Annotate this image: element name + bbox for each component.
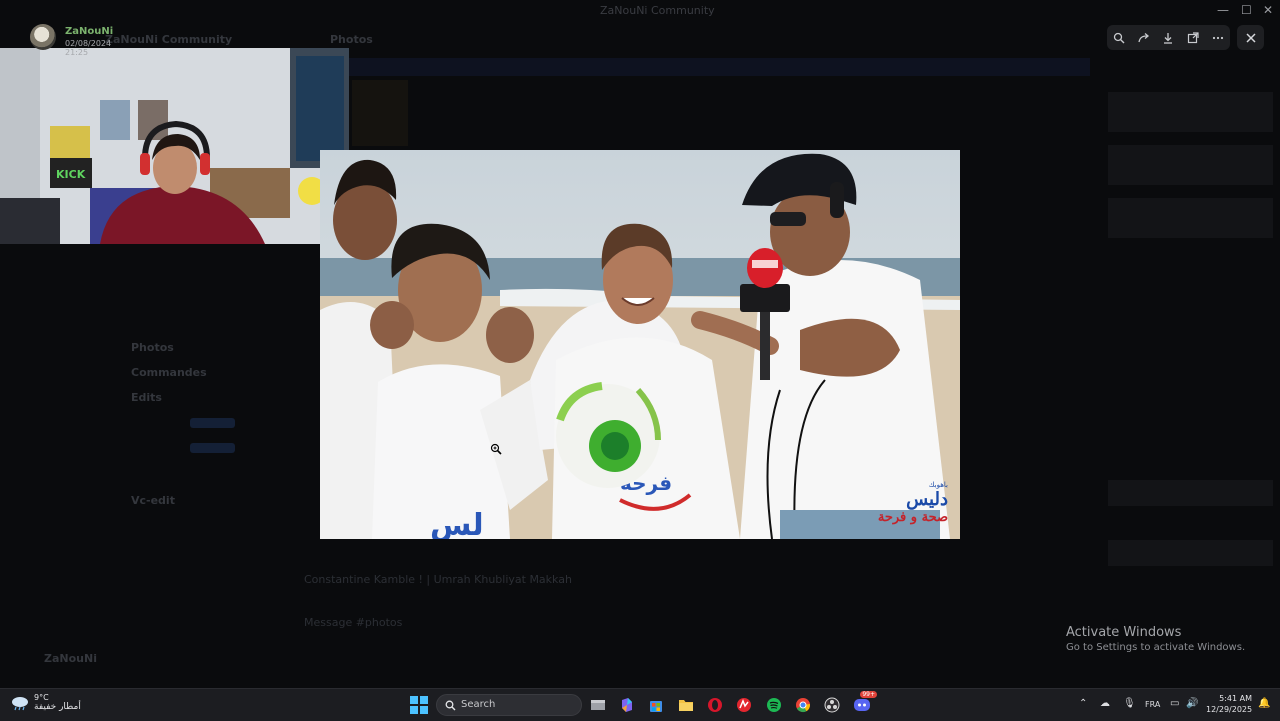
opera-icon[interactable] [705, 695, 725, 715]
activation-watermark: Activate Windows Go to Settings to activ… [1066, 625, 1245, 653]
message-input[interactable]: Message #photos [304, 616, 402, 629]
open-external-icon[interactable] [1184, 29, 1202, 47]
member-card [1108, 145, 1273, 185]
cloud-sync-icon[interactable]: ☁ [1100, 698, 1110, 709]
window-title: ZaNouNi Community [600, 4, 715, 17]
member-card [1108, 480, 1273, 506]
avatar[interactable] [30, 24, 56, 50]
activation-title: Activate Windows [1066, 625, 1182, 640]
weather-temp: 9°C [34, 693, 49, 702]
member-card [1108, 198, 1273, 238]
notice-bar [300, 58, 1090, 76]
logo-slogan-text: صحة و فرحة [877, 510, 948, 525]
window-title-bar: ZaNouNi Community — ☐ ✕ [0, 0, 1280, 22]
beach-interview-photo: لس فرحة [320, 150, 960, 539]
language-indicator[interactable]: FRA [1145, 700, 1160, 709]
category-commandes[interactable]: Commandes [131, 366, 207, 379]
viewer-toolbar [1107, 25, 1230, 50]
chevron-up-icon[interactable]: ⌃ [1079, 698, 1087, 709]
file-explorer-icon[interactable] [588, 695, 608, 715]
background-thumbnail [352, 80, 408, 146]
copilot-icon[interactable] [617, 695, 637, 715]
forward-icon[interactable] [1135, 29, 1153, 47]
server-name[interactable]: ZaNouNi Community [105, 33, 232, 46]
network-icon[interactable]: ▭ [1170, 698, 1179, 709]
zoom-cursor-icon [490, 443, 502, 455]
channel-tag [190, 443, 235, 453]
user-name: ZaNouNi [44, 652, 97, 665]
clock-date: 12/29/2025 [1206, 705, 1253, 714]
webcam-feed: KICK [0, 48, 349, 244]
clock-time: 5:41 AM [1219, 694, 1252, 703]
logo-small-text: باهوبك [928, 481, 948, 489]
close-icon[interactable] [1237, 25, 1264, 50]
chrome-icon[interactable] [793, 695, 813, 715]
zoom-icon[interactable] [1110, 29, 1128, 47]
window-close-icon[interactable]: ✕ [1263, 3, 1273, 17]
background-message: Constantine Kamble ! | Umrah Khubliyat M… [304, 573, 572, 586]
svg-text:KICK: KICK [56, 168, 86, 181]
maximize-icon[interactable]: ☐ [1241, 3, 1252, 17]
microphone-icon[interactable]: 🎙 [1123, 698, 1136, 709]
member-card [1108, 92, 1273, 132]
discord-badge: 99+ [860, 691, 877, 698]
cloud-rain-icon [12, 696, 28, 710]
streamer-date: 02/08/2024 21:25 [65, 39, 112, 57]
more-icon[interactable] [1209, 29, 1227, 47]
category-edits[interactable]: Edits [131, 391, 162, 404]
member-card [1108, 540, 1273, 566]
search-icon [445, 700, 456, 711]
discord-icon[interactable]: 99+ [852, 691, 877, 715]
folder-icon[interactable] [676, 695, 696, 715]
clock[interactable]: 5:41 AM 12/29/2025 [1206, 693, 1252, 715]
svg-text:لس: لس [430, 508, 484, 539]
channel-header: Photos [330, 33, 373, 46]
brand-logo: باهوبك دليس صحة و فرحة [878, 481, 948, 525]
category-photos[interactable]: Photos [131, 341, 174, 354]
obs-icon[interactable] [822, 695, 842, 715]
minimize-icon[interactable]: — [1217, 3, 1229, 17]
volume-icon[interactable]: 🔊 [1186, 698, 1198, 709]
channel-tag [190, 418, 235, 428]
store-icon[interactable] [646, 695, 666, 715]
media-image[interactable]: لس فرحة باهوبك دليس صحة و فرحة [320, 150, 960, 539]
download-icon[interactable] [1159, 29, 1177, 47]
streamer-name[interactable]: ZaNouNi [65, 26, 113, 37]
app-red-icon[interactable] [734, 695, 754, 715]
start-button[interactable] [410, 696, 428, 714]
activation-subtitle: Go to Settings to activate Windows. [1066, 642, 1246, 653]
category-vc-edit[interactable]: Vc-edit [131, 494, 175, 507]
logo-brand-text: دليس [906, 489, 948, 510]
taskbar-search[interactable]: Search [436, 694, 582, 716]
notifications-icon[interactable]: 🔔 [1258, 698, 1270, 709]
search-label: Search [461, 699, 496, 710]
weather-widget[interactable]: 9°C أمطار خفيفة [10, 693, 81, 712]
spotify-icon[interactable] [764, 695, 784, 715]
webcam-overlay: KICK [0, 48, 349, 244]
weather-desc: أمطار خفيفة [34, 702, 81, 712]
taskbar: 9°C أمطار خفيفة Search 99+ ⌃ ☁ 🎙 FRA ▭ 🔊… [0, 688, 1280, 721]
